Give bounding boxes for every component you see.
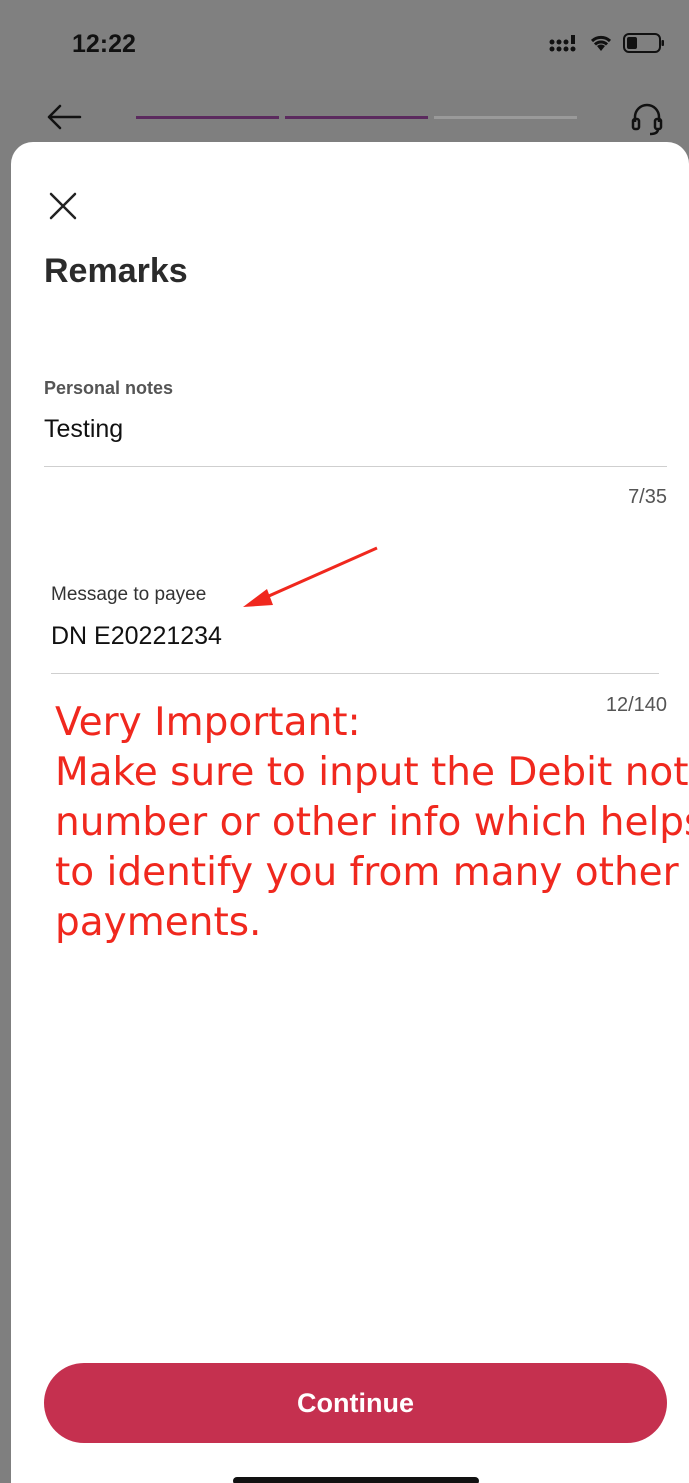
back-arrow-icon[interactable] bbox=[44, 102, 84, 132]
personal-notes-underline bbox=[44, 466, 667, 467]
progress-step bbox=[136, 116, 279, 119]
cellular-signal-icon bbox=[549, 35, 576, 52]
home-indicator bbox=[233, 1477, 479, 1483]
message-to-payee-input[interactable]: DN E20221234 bbox=[51, 622, 659, 651]
status-icons bbox=[549, 32, 665, 54]
close-icon[interactable] bbox=[49, 192, 77, 220]
progress-step bbox=[434, 116, 577, 119]
header-row bbox=[0, 90, 689, 150]
progress-indicator bbox=[136, 116, 577, 119]
annotation-line: to identify you from many other bbox=[55, 850, 679, 895]
annotation-line: payments. bbox=[55, 900, 262, 945]
annotation-line: number or other info which helps bbox=[55, 800, 689, 845]
continue-button[interactable]: Continue bbox=[44, 1363, 667, 1443]
personal-notes-field[interactable]: Personal notes Testing bbox=[44, 378, 667, 467]
personal-notes-counter: 7/35 bbox=[628, 486, 667, 508]
status-time: 12:22 bbox=[72, 30, 136, 58]
headset-support-icon[interactable] bbox=[630, 102, 664, 138]
annotation-arrow-icon bbox=[243, 546, 378, 607]
personal-notes-input[interactable]: Testing bbox=[44, 415, 667, 444]
progress-step bbox=[285, 116, 428, 119]
status-bar: 12:22 bbox=[0, 0, 689, 90]
annotation-line: Very Important: bbox=[55, 700, 361, 745]
battery-icon bbox=[623, 33, 664, 53]
annotation-line: Make sure to input the Debit note bbox=[55, 750, 689, 795]
personal-notes-label: Personal notes bbox=[44, 378, 174, 398]
page-title: Remarks bbox=[44, 252, 188, 290]
wifi-icon bbox=[590, 35, 612, 51]
remarks-sheet: Remarks Personal notes Testing 7/35 Mess… bbox=[11, 142, 689, 1483]
message-to-payee-underline bbox=[51, 673, 659, 674]
important-annotation: Very Important: Make sure to input the D… bbox=[55, 698, 689, 948]
